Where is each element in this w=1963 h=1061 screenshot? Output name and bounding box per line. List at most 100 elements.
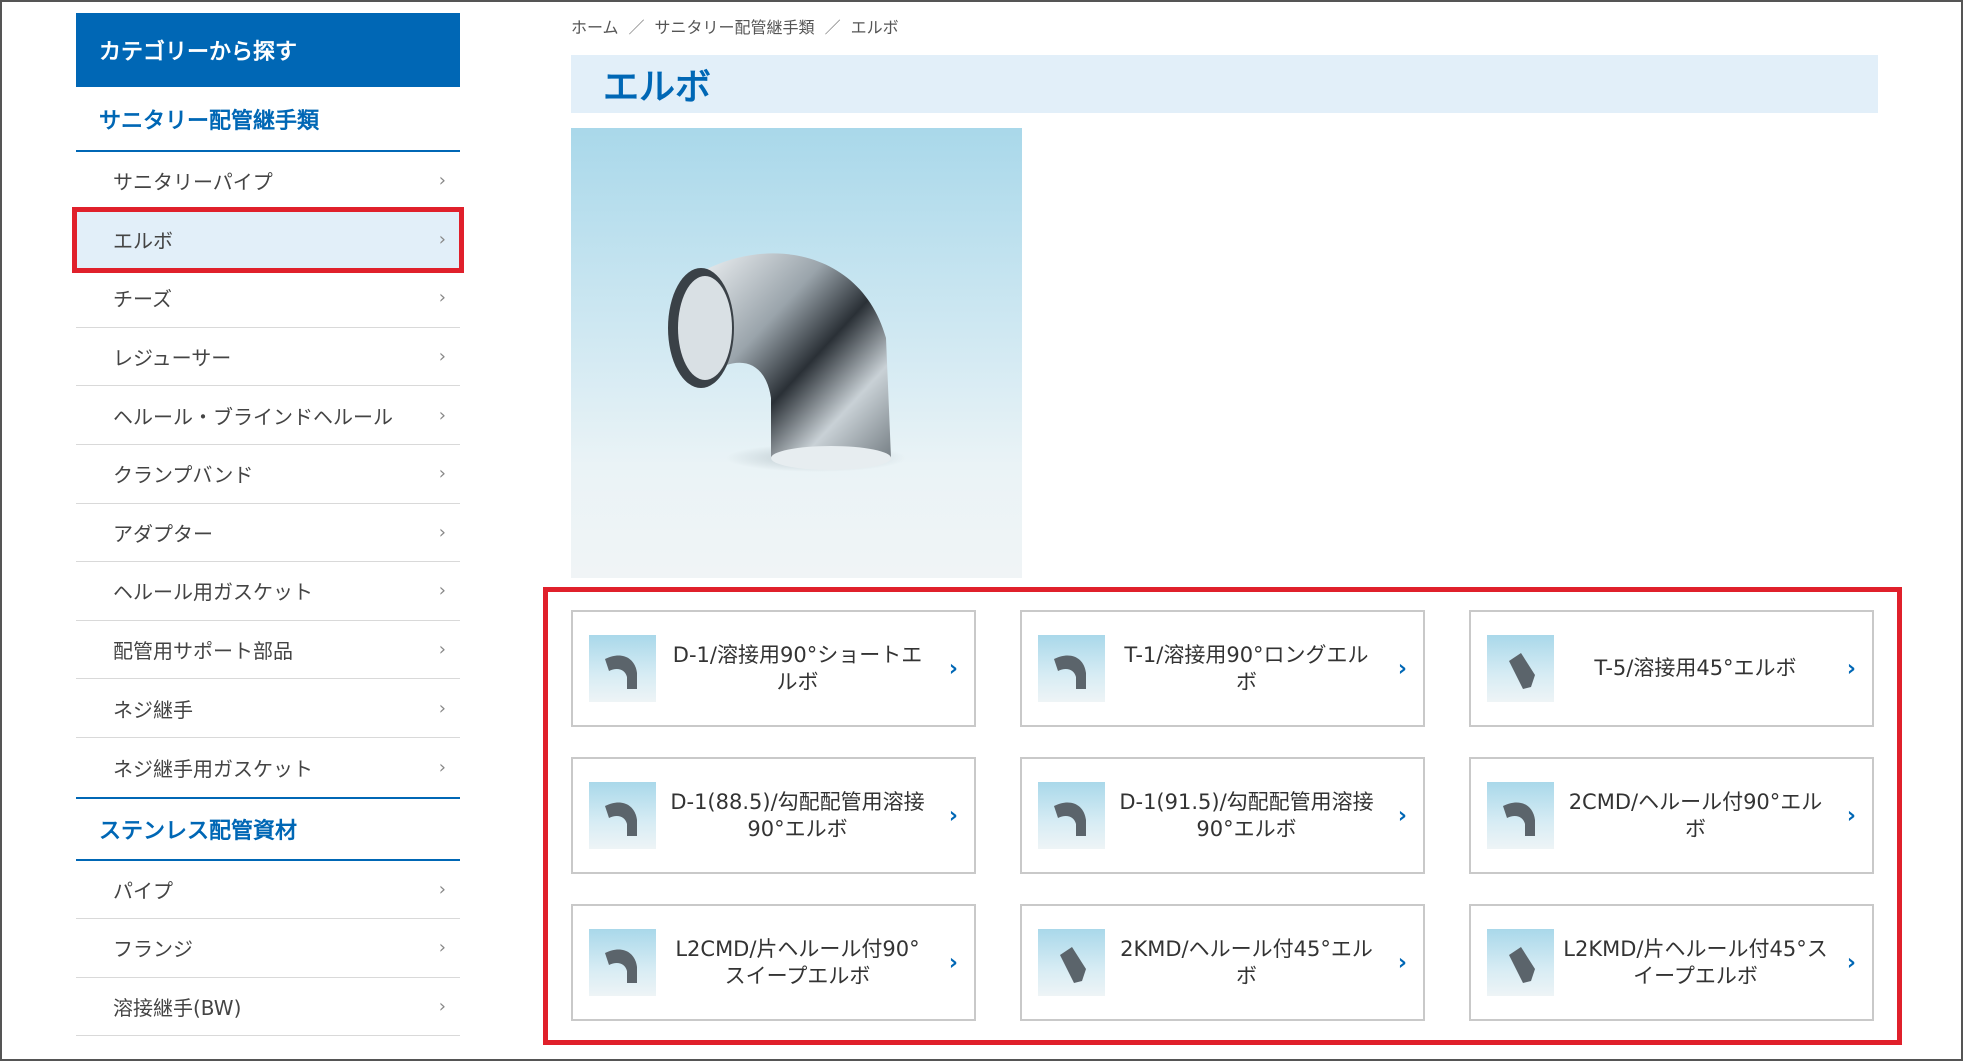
- product-card[interactable]: D-1(91.5)/勾配配管用溶接90°エルボ ›: [1020, 757, 1425, 874]
- elbow-product-image: [571, 128, 1022, 578]
- sidebar-item[interactable]: ネジ継手 ›: [76, 679, 460, 738]
- chevron-right-icon: ›: [438, 346, 446, 368]
- sidebar-item-label: チーズ: [113, 287, 172, 312]
- chevron-right-icon: ›: [438, 463, 446, 485]
- chevron-right-icon: ›: [438, 170, 446, 192]
- category-header: カテゴリーから探す: [76, 13, 460, 87]
- product-thumbnail: [1487, 635, 1554, 702]
- sidebar-item[interactable]: フランジ ›: [76, 919, 460, 978]
- chevron-right-icon: ›: [438, 580, 446, 602]
- elbow-thumbnail-icon: [1054, 802, 1086, 836]
- product-thumbnail: [589, 782, 656, 849]
- chevron-right-icon: ›: [438, 937, 446, 959]
- elbow-shape: [1509, 653, 1535, 689]
- elbow-illustration: [668, 253, 906, 472]
- group-title-stainless[interactable]: ステンレス配管資材: [76, 796, 460, 861]
- product-card[interactable]: D-1/溶接用90°ショートエルボ ›: [571, 610, 976, 727]
- elbow-shape: [1054, 802, 1086, 836]
- sidebar-item[interactable]: 溶接継手(BW) ›: [76, 978, 460, 1037]
- product-card[interactable]: T-5/溶接用45°エルボ ›: [1469, 610, 1874, 727]
- elbow-thumbnail-icon: [1503, 802, 1535, 836]
- sidebar-item-label: エルボ: [113, 228, 173, 253]
- chevron-right-icon: ›: [438, 878, 446, 900]
- sidebar-item-label: ヘルール・ブラインドヘルール: [113, 404, 393, 429]
- chevron-right-icon: ›: [1846, 950, 1856, 975]
- breadcrumb-category[interactable]: サニタリー配管継手類: [655, 14, 815, 38]
- page-title: エルボ: [603, 67, 712, 108]
- chevron-right-icon: ›: [438, 756, 446, 778]
- breadcrumb-home[interactable]: ホーム: [571, 14, 619, 38]
- breadcrumb-current: エルボ: [850, 18, 899, 37]
- elbow-thumbnail-icon: [1060, 947, 1086, 983]
- group-title-sanitary[interactable]: サニタリー配管継手類: [76, 87, 460, 152]
- sidebar-item-label: クランプバンド: [113, 463, 254, 488]
- breadcrumb: ホーム ／ サニタリー配管継手類 ／ エルボ: [571, 14, 899, 38]
- product-card[interactable]: 2CMD/ヘルール付90°エルボ ›: [1469, 757, 1874, 874]
- chevron-right-icon: ›: [438, 228, 446, 250]
- chevron-right-icon: ›: [438, 996, 446, 1018]
- sidebar-item-label: 配管用サポート部品: [113, 639, 293, 664]
- breadcrumb-separator: ／: [824, 18, 841, 37]
- product-card[interactable]: T-1/溶接用90°ロングエルボ ›: [1020, 610, 1425, 727]
- chevron-right-icon: ›: [1397, 950, 1407, 975]
- product-name: D-1(88.5)/勾配配管用溶接90°エルボ: [670, 789, 925, 841]
- product-thumbnail: [1487, 929, 1554, 996]
- sidebar-item-label: フランジ: [113, 937, 193, 962]
- product-thumbnail: [1038, 635, 1105, 702]
- product-name: 2CMD/ヘルール付90°エルボ: [1568, 789, 1823, 841]
- sidebar-item-label: サニタリーパイプ: [113, 170, 273, 195]
- elbow-thumbnail-icon: [1054, 655, 1086, 689]
- elbow-shape: [1054, 655, 1086, 689]
- elbow-shape: [605, 949, 637, 983]
- sidebar-item-label: ネジ継手: [113, 697, 193, 722]
- elbow-shape: [605, 655, 637, 689]
- sidebar-item[interactable]: サニタリーパイプ ›: [76, 152, 460, 211]
- elbow-thumbnail-icon: [605, 802, 637, 836]
- product-card[interactable]: L2CMD/片ヘルール付90°スイープエルボ ›: [571, 904, 976, 1021]
- chevron-right-icon: ›: [948, 656, 958, 681]
- product-thumbnail: [1487, 782, 1554, 849]
- sidebar-item-label: 溶接継手(BW): [113, 996, 242, 1021]
- product-name: 2KMD/ヘルール付45°エルボ: [1120, 936, 1373, 988]
- sidebar-item[interactable]: レジューサー ›: [76, 328, 460, 387]
- product-thumbnail: [1038, 929, 1105, 996]
- sidebar-item[interactable]: ヘルール用ガスケット ›: [76, 562, 460, 621]
- elbow-shape: [1503, 802, 1535, 836]
- elbow-thumbnail-icon: [1509, 653, 1535, 689]
- sidebar-item[interactable]: 配管用サポート部品 ›: [76, 621, 460, 680]
- sidebar-item[interactable]: チーズ ›: [76, 269, 460, 328]
- sidebar-item-label: アダプター: [113, 521, 213, 546]
- sidebar-item[interactable]: エルボ ›: [72, 206, 464, 274]
- sidebar-item[interactable]: ネジ継手用ガスケット ›: [76, 738, 460, 797]
- chevron-right-icon: ›: [1397, 803, 1407, 828]
- chevron-right-icon: ›: [1846, 656, 1856, 681]
- product-card[interactable]: 2KMD/ヘルール付45°エルボ ›: [1020, 904, 1425, 1021]
- sidebar-item[interactable]: アダプター ›: [76, 504, 460, 563]
- elbow-thumbnail-icon: [605, 655, 637, 689]
- sidebar-item-label: パイプ: [113, 878, 173, 903]
- breadcrumb-separator: ／: [628, 18, 645, 37]
- chevron-right-icon: ›: [438, 639, 446, 661]
- sidebar-item[interactable]: パイプ ›: [76, 861, 460, 920]
- product-name: T-5/溶接用45°エルボ: [1594, 656, 1797, 680]
- sidebar-item-label: レジューサー: [113, 346, 232, 371]
- chevron-right-icon: ›: [438, 521, 446, 543]
- product-thumbnail: [1038, 782, 1105, 849]
- product-name: D-1/溶接用90°ショートエルボ: [672, 642, 923, 694]
- chevron-right-icon: ›: [948, 950, 958, 975]
- chevron-right-icon: ›: [438, 697, 446, 719]
- chevron-right-icon: ›: [438, 404, 446, 426]
- product-card[interactable]: L2KMD/片ヘルール付45°スイープエルボ ›: [1469, 904, 1874, 1021]
- sidebar-item-label: ネジ継手用ガスケット: [113, 756, 313, 781]
- sidebar-item-label: ヘルール用ガスケット: [113, 580, 313, 605]
- chevron-right-icon: ›: [438, 287, 446, 309]
- sidebar-item[interactable]: クランプバンド ›: [76, 445, 460, 504]
- elbow-shape: [1509, 947, 1535, 983]
- product-name: D-1(91.5)/勾配配管用溶接90°エルボ: [1119, 789, 1374, 841]
- sidebar-item[interactable]: ヘルール・ブラインドヘルール ›: [76, 386, 460, 445]
- product-name: L2CMD/片ヘルール付90°スイープエルボ: [675, 936, 920, 988]
- product-name: L2KMD/片ヘルール付45°スイープエルボ: [1563, 936, 1828, 988]
- product-card[interactable]: D-1(88.5)/勾配配管用溶接90°エルボ ›: [571, 757, 976, 874]
- chevron-right-icon: ›: [1846, 803, 1856, 828]
- page-title-bar: エルボ: [571, 55, 1878, 113]
